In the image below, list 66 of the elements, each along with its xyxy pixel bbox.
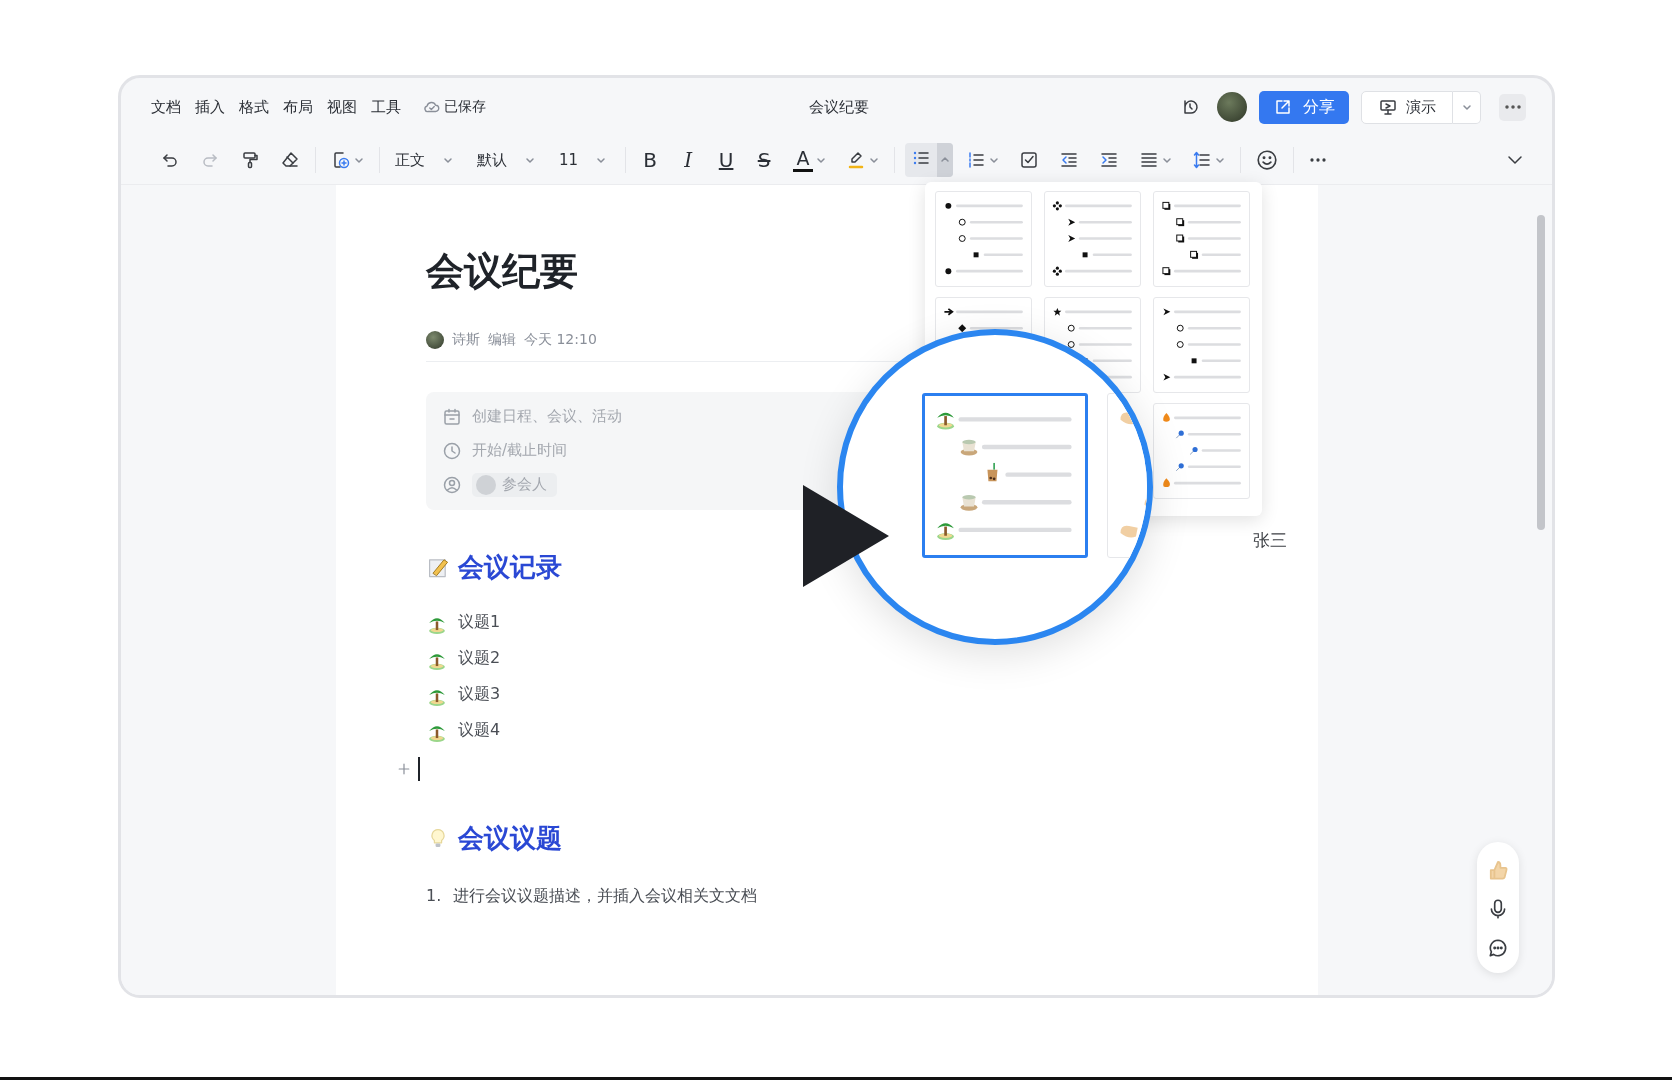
save-status: 已保存 [444,98,486,116]
scrollbar[interactable] [1537,215,1545,530]
document-title: 会议纪要 [426,249,579,295]
caret-icon [354,155,364,165]
author-name: 诗斯 [452,330,480,349]
list-item: 议题2 [458,648,501,670]
caret-icon [1461,102,1472,112]
person-circle-icon [442,474,462,495]
eraser-icon [280,150,300,170]
line-spacing-icon [1192,150,1213,170]
presentation-icon [1378,97,1398,117]
menu-item[interactable]: 格式 [239,97,269,117]
indent-icon [1099,150,1120,170]
clock-icon [442,440,462,461]
outdent-icon [1059,150,1080,170]
list-item: 议题3 [458,684,501,706]
text-color-button[interactable]: A [788,144,832,176]
font-dropdown[interactable]: 默认 [472,146,540,174]
underline-button[interactable]: U [712,146,741,174]
present-button[interactable]: 演示 [1361,90,1453,124]
share-button[interactable]: 分享 [1259,90,1349,124]
list-item: 议题4 [458,720,501,742]
smiley-icon [1256,149,1279,171]
window-title: 会议纪要 [808,97,869,117]
italic-button[interactable]: I [674,146,703,174]
bullet-style-option[interactable] [922,393,1088,558]
list-item: 进行会议议题描述，并插入会议相关文文档 [453,885,758,907]
more-icon [1309,158,1328,162]
menu-item[interactable]: 文档 [151,97,181,117]
collaborator-label: 张三 [1253,529,1287,552]
caret-icon [816,155,827,165]
bold-button[interactable]: B [636,146,665,174]
style-dropdown[interactable]: 正文 [390,146,458,174]
section-heading: 会议记录 [458,550,562,584]
caret-icon [989,155,1000,165]
font-size-dropdown[interactable]: 11 [554,147,612,173]
list-number: 1. [426,885,442,907]
menu-item[interactable]: 插入 [195,97,225,117]
caret-icon [525,155,535,165]
list-item: 议题1 [458,612,501,634]
caret-icon [596,155,607,165]
caret-icon [940,155,951,165]
author-avatar [426,330,444,349]
play-icon[interactable] [803,485,889,587]
caret-icon [869,155,880,165]
text-cursor [418,756,420,781]
share-icon [1273,97,1293,117]
menu-item[interactable]: 布局 [283,97,313,117]
paint-roller-icon [240,150,260,170]
add-file-icon [331,150,351,170]
more-icon [1504,105,1521,109]
checkbox-icon [1019,150,1040,170]
calendar-icon [442,406,462,427]
edit-label: 编辑 [488,330,516,349]
bullet-list-button[interactable] [905,143,954,177]
section-heading: 会议议题 [458,821,562,855]
caret-icon [443,155,453,165]
align-icon [1139,150,1160,170]
edit-time: 今天 12:10 [524,330,597,349]
menu-item[interactable]: 工具 [371,97,401,117]
caret-icon [1215,155,1226,165]
user-avatar[interactable] [1217,92,1247,122]
strikethrough-button[interactable]: S [750,146,779,174]
menu-item[interactable]: 视图 [327,97,357,117]
numbered-list-icon [966,150,987,170]
caret-icon [1162,155,1173,165]
